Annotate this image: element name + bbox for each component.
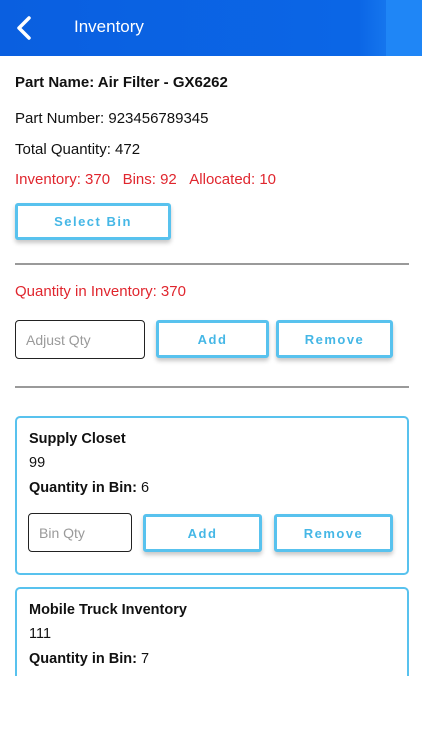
part-number: Part Number: 923456789345 [15,110,209,127]
bin-add-button[interactable]: Add [143,514,262,552]
back-button[interactable] [10,13,38,43]
page-title: Inventory [74,17,144,36]
allocated-count: Allocated: 10 [189,171,277,188]
adjust-qty-input[interactable] [15,320,145,359]
part-name: Part Name: Air Filter - GX6262 [15,74,228,91]
app-header: Inventory [0,0,422,56]
inventory-count: Inventory: 370 [15,171,111,188]
bin-card-supply-closet: Supply Closet 99 Quantity in Bin: 6 Add … [15,416,409,575]
divider [15,263,409,265]
chevron-left-icon [17,16,31,40]
bin-quantity: Quantity in Bin: 6 [29,480,149,496]
bin-quantity-label: Quantity in Bin: [29,480,137,496]
quantity-in-inventory: Quantity in Inventory: 370 [15,283,186,300]
inventory-summary: Inventory: 370 Bins: 92 Allocated: 10 [15,171,276,188]
header-edge [386,0,422,56]
select-bin-button[interactable]: Select Bin [15,203,171,240]
bin-quantity-value: 7 [140,651,150,667]
bin-number: 99 [29,455,46,471]
bottom-area [0,676,422,750]
divider [15,386,409,388]
bin-quantity-value: 6 [140,480,150,496]
inventory-remove-button[interactable]: Remove [276,320,393,358]
bin-number: 111 [29,626,52,642]
bin-name: Supply Closet [29,431,126,447]
bins-count: Bins: 92 [122,171,177,188]
total-quantity: Total Quantity: 472 [15,141,141,158]
bin-remove-button[interactable]: Remove [274,514,393,552]
inventory-add-button[interactable]: Add [156,320,269,358]
bin-qty-input[interactable] [28,513,132,552]
bin-name: Mobile Truck Inventory [29,602,187,618]
bin-quantity: Quantity in Bin: 7 [29,651,149,667]
bin-quantity-label: Quantity in Bin: [29,651,137,667]
